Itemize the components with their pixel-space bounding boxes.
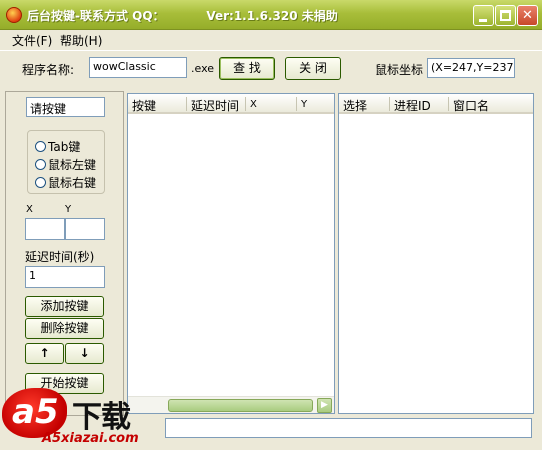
radio-circle-icon <box>35 177 46 188</box>
delete-key-button[interactable]: 删除按键 <box>25 318 104 339</box>
window-title: 后台按键-联系方式 QQ： Ver:1.1.6.320 未捐助 <box>27 9 338 23</box>
program-name-input[interactable]: wowClassic <box>89 57 187 78</box>
x-label: X <box>26 204 33 215</box>
col-select[interactable]: 选择 <box>343 97 367 114</box>
close-window-button[interactable]: ✕ <box>517 5 538 26</box>
y-label: Y <box>65 204 72 215</box>
col-key[interactable]: 按键 <box>132 97 156 114</box>
menu-file[interactable]: 文件(F) <box>12 32 52 49</box>
radio-mouse-left[interactable]: 鼠标左键 <box>35 156 96 173</box>
delay-input[interactable]: 1 <box>25 266 105 288</box>
status-field <box>165 418 532 438</box>
radio-mouse-right[interactable]: 鼠标右键 <box>35 174 96 191</box>
arrow-up-icon: ↑ <box>39 346 50 360</box>
x-input[interactable] <box>25 218 65 240</box>
delay-label: 延迟时间(秒) <box>25 250 95 264</box>
scrollbar-thumb[interactable] <box>168 399 313 412</box>
menu-bar: 文件(F) 帮助(H) <box>0 30 542 50</box>
key-list[interactable]: 按键 延迟时间 X Y ▶ <box>127 93 335 414</box>
radio-circle-icon <box>35 159 46 170</box>
chevron-right-icon: ▶ <box>321 400 328 410</box>
maximize-icon <box>500 10 511 21</box>
program-name-label: 程序名称: <box>22 63 75 77</box>
col-delay[interactable]: 延迟时间 <box>191 97 239 114</box>
col-process-id[interactable]: 进程ID <box>394 97 431 114</box>
col-x[interactable]: X <box>250 99 257 110</box>
scroll-right-button[interactable]: ▶ <box>317 398 332 413</box>
key-list-header: 按键 延迟时间 X Y <box>128 94 334 114</box>
watermark-url: A5xiazai.com <box>42 431 139 446</box>
move-down-button[interactable]: ↓ <box>65 343 104 364</box>
maximize-button[interactable] <box>495 5 516 26</box>
title-bar[interactable]: 后台按键-联系方式 QQ： Ver:1.1.6.320 未捐助 ✕ <box>0 0 542 30</box>
close-button[interactable]: 关 闭 <box>285 57 341 80</box>
input-type-group: Tab键 鼠标左键 鼠标右键 <box>27 130 105 194</box>
key-capture-input[interactable]: 请按键 <box>26 97 105 117</box>
menu-help[interactable]: 帮助(H) <box>60 32 102 49</box>
find-button[interactable]: 查 找 <box>219 57 275 80</box>
col-y[interactable]: Y <box>301 99 307 110</box>
radio-circle-icon <box>35 141 46 152</box>
exe-suffix-label: .exe <box>191 62 215 75</box>
arrow-down-icon: ↓ <box>79 346 90 360</box>
watermark-logo: a5 下载 A5xiazai.com <box>0 388 165 450</box>
app-icon <box>6 7 22 23</box>
process-list[interactable]: 选择 进程ID 窗口名 <box>338 93 534 414</box>
toolbar: 程序名称: wowClassic .exe 查 找 关 闭 鼠标坐标 (X=24… <box>0 50 542 90</box>
process-list-header: 选择 进程ID 窗口名 <box>339 94 533 114</box>
radio-tab-key[interactable]: Tab键 <box>35 138 80 155</box>
close-icon: ✕ <box>522 8 533 23</box>
minimize-button[interactable] <box>473 5 494 26</box>
mouse-coord-label: 鼠标坐标 <box>375 63 424 77</box>
add-key-button[interactable]: 添加按键 <box>25 296 104 317</box>
y-input[interactable] <box>65 218 105 240</box>
minimize-icon <box>479 19 487 22</box>
watermark-brand: 下载 <box>72 400 131 435</box>
col-window-name[interactable]: 窗口名 <box>453 97 489 114</box>
mouse-coord-field: (X=247,Y=237) <box>427 58 515 78</box>
move-up-button[interactable]: ↑ <box>25 343 64 364</box>
